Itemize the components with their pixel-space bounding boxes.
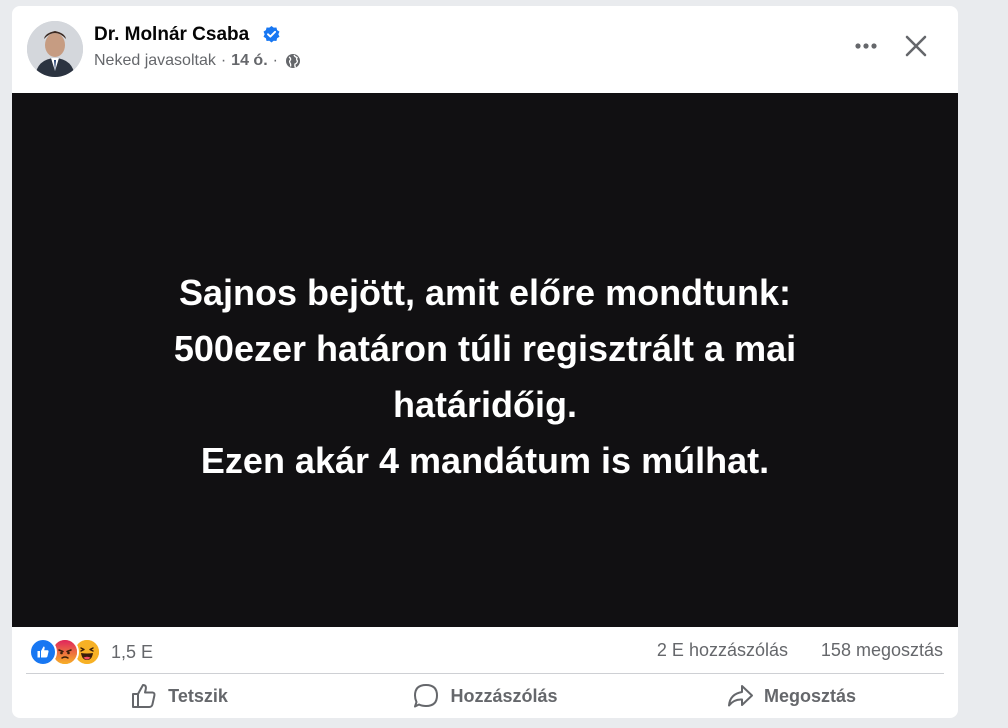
post-actions: Tetszik Hozzászólás Megosztás bbox=[26, 673, 944, 714]
like-label: Tetszik bbox=[168, 685, 228, 706]
share-label: Megosztás bbox=[763, 685, 857, 706]
close-icon[interactable] bbox=[898, 28, 934, 64]
like-button[interactable]: Tetszik bbox=[26, 674, 332, 714]
comments-count[interactable]: 2 E hozzászólás bbox=[657, 640, 788, 661]
comment-bubble-icon bbox=[414, 684, 439, 708]
share-arrow-icon bbox=[727, 685, 753, 707]
avatar[interactable] bbox=[27, 21, 83, 77]
globe-icon[interactable] bbox=[285, 53, 301, 69]
like-icon bbox=[29, 638, 57, 666]
more-options-icon[interactable] bbox=[848, 28, 884, 64]
post-card: Dr. Molnár Csaba Neked javasoltak · 14 ó… bbox=[12, 6, 958, 718]
post-time[interactable]: 14 ó. bbox=[231, 52, 267, 70]
comment-button[interactable]: Hozzászólás bbox=[332, 674, 638, 714]
post-image-text: Sajnos bejött, amit előre mondtunk: 500e… bbox=[173, 272, 797, 481]
post-stats: 1,5 E 2 E hozzászólás 158 megosztás bbox=[12, 627, 958, 673]
meta-separator: · bbox=[272, 52, 278, 69]
share-button[interactable]: Megosztás bbox=[638, 674, 944, 714]
reactions-count[interactable]: 1,5 E bbox=[111, 642, 153, 663]
post-image[interactable]: Sajnos bejött, amit előre mondtunk: 500e… bbox=[12, 93, 958, 627]
meta-separator: · bbox=[220, 52, 227, 69]
avatar-image bbox=[27, 21, 83, 77]
suggestion-label: Neked javasoltak bbox=[94, 52, 216, 69]
shares-count[interactable]: 158 megosztás bbox=[821, 640, 943, 661]
thumbs-up-icon bbox=[132, 684, 156, 708]
reactions-summary[interactable]: 1,5 E bbox=[29, 638, 153, 666]
comment-label: Hozzászólás bbox=[450, 685, 558, 706]
post-header: Dr. Molnár Csaba Neked javasoltak · 14 ó… bbox=[12, 6, 958, 93]
post-meta: Neked javasoltak · 14 ó. · bbox=[94, 52, 301, 70]
author-name[interactable]: Dr. Molnár Csaba bbox=[94, 24, 249, 46]
verified-badge-icon bbox=[263, 25, 280, 43]
